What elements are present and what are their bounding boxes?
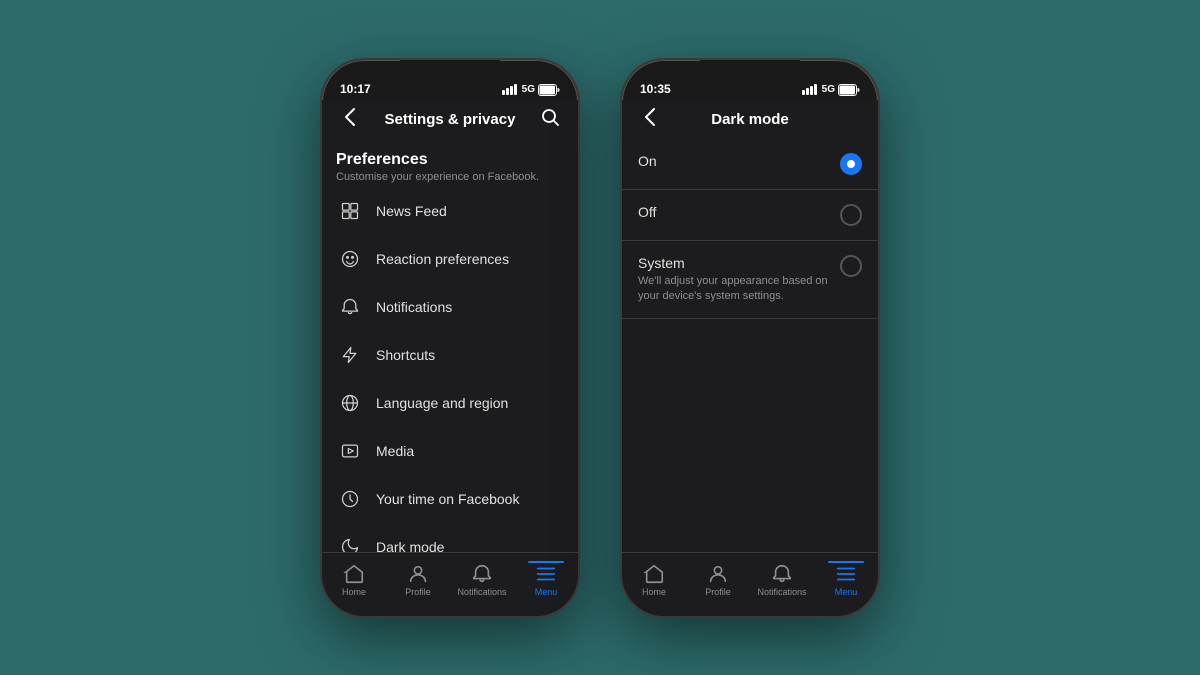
nav-notifications-label-1: Notifications xyxy=(457,587,506,597)
nav-profile-label-2: Profile xyxy=(705,587,731,597)
dark-option-on-text: On xyxy=(638,153,832,169)
menu-item-news-feed[interactable]: News Feed xyxy=(322,187,578,235)
notifications-label: Notifications xyxy=(376,299,452,315)
home-icon-1 xyxy=(343,563,365,585)
dark-option-off-text: Off xyxy=(638,204,832,220)
header-1: Settings & privacy xyxy=(322,100,578,139)
language-icon xyxy=(336,389,364,417)
dark-option-system-desc: We'll adjust your appearance based on yo… xyxy=(638,274,832,305)
signal-bars-1 xyxy=(502,84,517,95)
nav-home-1[interactable]: Home xyxy=(329,563,379,597)
menu-item-notifications[interactable]: Notifications xyxy=(322,283,578,331)
preferences-title: Preferences xyxy=(336,151,564,169)
dark-option-off-label: Off xyxy=(638,204,832,220)
menu-icon-1 xyxy=(535,563,557,585)
language-label: Language and region xyxy=(376,395,508,411)
signal-bars-2 xyxy=(802,84,817,95)
radio-system[interactable] xyxy=(840,255,862,277)
menu-item-dark-mode[interactable]: Dark mode xyxy=(322,523,578,552)
content-2: On Off System We'll adjust your appearan… xyxy=(622,139,878,552)
media-label: Media xyxy=(376,443,414,459)
nav-notifications-label-2: Notifications xyxy=(757,587,806,597)
nav-home-label-2: Home xyxy=(642,587,666,597)
dark-option-system[interactable]: System We'll adjust your appearance base… xyxy=(622,241,878,320)
dark-mode-icon xyxy=(336,533,364,552)
battery-icon-2 xyxy=(838,84,860,96)
profile-icon-1 xyxy=(407,563,429,585)
time-icon xyxy=(336,485,364,513)
shortcuts-icon xyxy=(336,341,364,369)
reaction-icon xyxy=(336,245,364,273)
media-icon xyxy=(336,437,364,465)
reaction-label: Reaction preferences xyxy=(376,251,509,267)
back-button-2[interactable] xyxy=(636,108,664,131)
nav-bell-icon-1 xyxy=(471,563,493,585)
header-title-2: Dark mode xyxy=(664,111,836,128)
dark-option-system-label: System xyxy=(638,255,832,271)
nav-menu-2[interactable]: Menu xyxy=(821,563,871,597)
phone-1: 10:17 5G Settings & privacy xyxy=(320,58,580,618)
time-1: 10:17 xyxy=(340,82,371,96)
nav-home-2[interactable]: Home xyxy=(629,563,679,597)
dark-option-system-text: System We'll adjust your appearance base… xyxy=(638,255,832,305)
nav-menu-label-2: Menu xyxy=(835,587,858,597)
shortcuts-label: Shortcuts xyxy=(376,347,435,363)
bottom-nav-2: Home Profile Notifications Menu xyxy=(622,552,878,616)
nav-profile-2[interactable]: Profile xyxy=(693,563,743,597)
news-feed-icon xyxy=(336,197,364,225)
time-label: Your time on Facebook xyxy=(376,491,519,507)
nav-profile-1[interactable]: Profile xyxy=(393,563,443,597)
nav-menu-1[interactable]: Menu xyxy=(521,563,571,597)
back-button-1[interactable] xyxy=(336,108,364,131)
screen-2: Dark mode · On Off xyxy=(622,100,878,616)
battery-icon-1 xyxy=(538,84,560,96)
notch-2 xyxy=(700,60,800,86)
bottom-nav-1: Home Profile Notifications Menu xyxy=(322,552,578,616)
nav-bell-icon-2 xyxy=(771,563,793,585)
network-type-1: 5G xyxy=(522,84,535,95)
status-icons-1: 5G xyxy=(502,84,560,96)
dark-option-on[interactable]: On xyxy=(622,139,878,190)
menu-icon-2 xyxy=(835,563,857,585)
nav-active-indicator-1 xyxy=(528,561,564,563)
notch-1 xyxy=(400,60,500,86)
screen-1: Settings & privacy Preferences Customise… xyxy=(322,100,578,616)
header-title-1: Settings & privacy xyxy=(364,111,536,128)
news-feed-label: News Feed xyxy=(376,203,447,219)
nav-notifications-1[interactable]: Notifications xyxy=(457,563,507,597)
nav-active-indicator-2 xyxy=(828,561,864,563)
phone-2: 10:35 5G Dark mode · xyxy=(620,58,880,618)
content-1: Preferences Customise your experience on… xyxy=(322,139,578,552)
menu-item-time[interactable]: Your time on Facebook xyxy=(322,475,578,523)
nav-profile-label-1: Profile xyxy=(405,587,431,597)
search-button-1[interactable] xyxy=(536,108,564,131)
time-2: 10:35 xyxy=(640,82,671,96)
notifications-icon xyxy=(336,293,364,321)
nav-notifications-2[interactable]: Notifications xyxy=(757,563,807,597)
dark-option-off[interactable]: Off xyxy=(622,190,878,241)
network-type-2: 5G xyxy=(822,84,835,95)
nav-menu-label-1: Menu xyxy=(535,587,558,597)
home-icon-2 xyxy=(643,563,665,585)
radio-on[interactable] xyxy=(840,153,862,175)
dark-mode-label: Dark mode xyxy=(376,539,444,552)
radio-off[interactable] xyxy=(840,204,862,226)
status-icons-2: 5G xyxy=(802,84,860,96)
profile-icon-2 xyxy=(707,563,729,585)
menu-item-media[interactable]: Media xyxy=(322,427,578,475)
nav-home-label-1: Home xyxy=(342,587,366,597)
dark-option-on-label: On xyxy=(638,153,832,169)
menu-item-reaction[interactable]: Reaction preferences xyxy=(322,235,578,283)
preferences-header: Preferences Customise your experience on… xyxy=(322,139,578,187)
menu-item-language[interactable]: Language and region xyxy=(322,379,578,427)
menu-item-shortcuts[interactable]: Shortcuts xyxy=(322,331,578,379)
header-2: Dark mode · xyxy=(622,100,878,139)
preferences-subtitle: Customise your experience on Facebook. xyxy=(336,171,564,183)
